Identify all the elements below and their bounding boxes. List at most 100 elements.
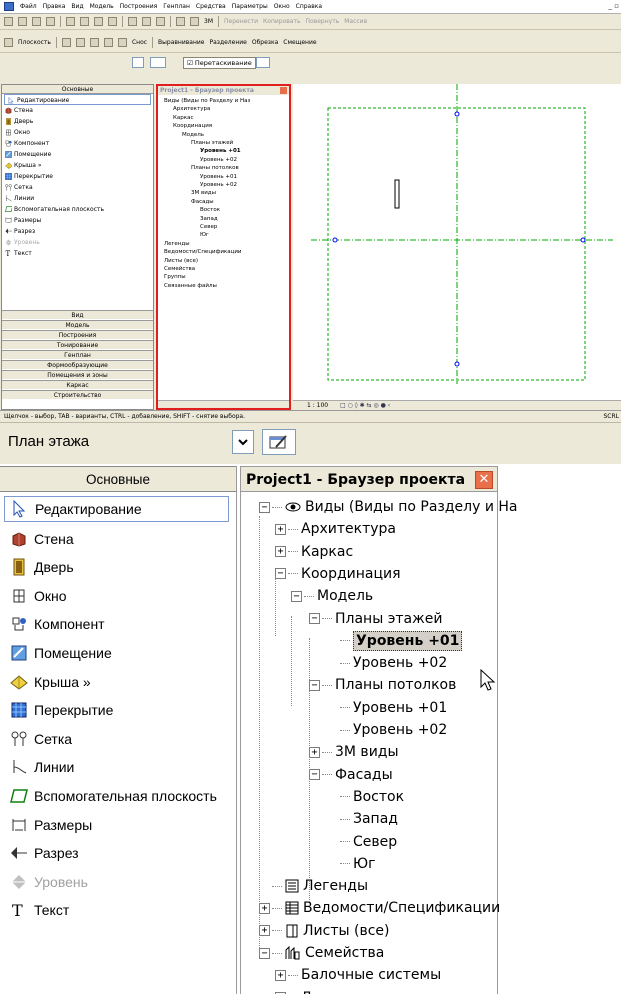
menu-item[interactable]: Средства	[196, 3, 226, 10]
trim-button[interactable]: Обрезка	[252, 39, 278, 46]
design-tab[interactable]: Модель	[2, 320, 153, 329]
design-item-small[interactable]: Линии	[2, 193, 153, 204]
plane-button[interactable]: Плоскость	[18, 39, 51, 46]
design-item-small[interactable]: Окно	[2, 127, 153, 138]
tree-node-small[interactable]: Координация	[173, 122, 212, 130]
open-icon[interactable]	[18, 17, 27, 26]
design-item[interactable]: Помещение	[10, 639, 112, 667]
elevation-marker[interactable]	[580, 237, 586, 243]
tool-icon[interactable]	[117, 38, 127, 47]
design-item-small[interactable]: Разрез	[2, 226, 153, 237]
design-tab[interactable]: Каркас	[2, 380, 153, 389]
collapse-icon[interactable]: −	[259, 501, 270, 513]
tree-node-small[interactable]: Группы	[164, 273, 186, 281]
design-item-small[interactable]: Крыша »	[2, 160, 153, 171]
tree-node[interactable]: Запад	[327, 808, 398, 830]
tree-node-small[interactable]: Архитектура	[173, 105, 210, 113]
tree-node[interactable]: +Двери	[275, 987, 347, 994]
split-button[interactable]: Разделение	[209, 39, 246, 46]
scale-label[interactable]: 1 : 100	[307, 402, 328, 409]
tree-node-small[interactable]: Юг	[200, 231, 209, 239]
design-item-small[interactable]: Помещение	[2, 149, 153, 160]
design-item[interactable]: Разрез	[10, 839, 79, 867]
tree-node-small[interactable]: Фасады	[191, 198, 214, 206]
close-icon[interactable]: ✕	[475, 471, 493, 489]
tool-icon[interactable]	[61, 38, 71, 47]
view-properties-button[interactable]	[150, 57, 166, 68]
model-icon[interactable]	[190, 17, 199, 26]
menu-item[interactable]: Построения	[120, 3, 158, 10]
design-item-small[interactable]: Сетка	[2, 182, 153, 193]
delete-icon[interactable]	[108, 17, 117, 26]
menu-item[interactable]: Окно	[274, 3, 290, 10]
save-icon[interactable]	[32, 17, 41, 26]
tree-node[interactable]: Уровень +02	[327, 652, 447, 674]
menu-item[interactable]: Справка	[296, 3, 322, 10]
tree-node[interactable]: − Координация	[275, 563, 401, 585]
design-tab[interactable]: Построения	[2, 330, 153, 339]
plane-icon[interactable]	[4, 38, 13, 47]
menu-item[interactable]: Модель	[90, 3, 114, 10]
design-item[interactable]: Линии	[10, 753, 74, 781]
design-item[interactable]: Компонент	[10, 610, 105, 638]
tree-node-small[interactable]: Семейства	[164, 265, 195, 273]
design-item-small[interactable]: T Текст	[2, 248, 153, 259]
tree-node[interactable]: − Планы потолков	[309, 674, 456, 696]
elevation-marker[interactable]	[332, 237, 338, 243]
help-icon[interactable]	[156, 17, 165, 26]
wall-element[interactable]	[394, 179, 400, 209]
elevation-marker[interactable]	[454, 111, 460, 117]
array-button[interactable]: Массив	[344, 18, 367, 25]
design-tab[interactable]: Тонирование	[2, 340, 153, 349]
menu-item[interactable]: Файл	[20, 3, 37, 10]
view-dropdown[interactable]	[132, 57, 144, 68]
tree-node-small[interactable]: 3M виды	[191, 189, 216, 197]
expand-icon[interactable]: +	[259, 902, 270, 914]
menu-item[interactable]: Генплан	[163, 3, 190, 10]
tree-node-small[interactable]: Ведомости/Спецификации	[164, 248, 242, 256]
design-tab[interactable]: Помещения и зоны	[2, 370, 153, 379]
menu-item[interactable]: Параметры	[232, 3, 268, 10]
cut-icon[interactable]	[66, 17, 75, 26]
design-item[interactable]: Вспомогательная плоскость	[10, 782, 217, 810]
tree-node[interactable]: − Фасады	[309, 764, 393, 786]
design-tab[interactable]: Вид	[2, 310, 153, 319]
tree-node[interactable]: − Модель	[291, 585, 373, 607]
demolish-button[interactable]: Снос	[132, 39, 147, 46]
tree-node[interactable]: + Архитектура	[275, 518, 396, 540]
design-item[interactable]: Сетка	[10, 725, 72, 753]
expand-icon[interactable]: +	[259, 925, 270, 937]
tool-icon[interactable]	[103, 38, 113, 47]
window-controls[interactable]: _ ▫	[609, 2, 619, 10]
drag-options-button[interactable]	[256, 57, 270, 68]
collapse-icon[interactable]: −	[309, 613, 320, 624]
horizontal-scrollbar[interactable]	[158, 400, 289, 408]
tree-node[interactable]: Уровень +01	[327, 630, 463, 652]
drag-checkbox[interactable]: ☑ Перетаскивание	[183, 57, 256, 69]
menu-item[interactable]: Правка	[43, 3, 66, 10]
tree-node[interactable]: + Балочные системы	[275, 964, 441, 986]
tool-icon[interactable]	[75, 38, 85, 47]
tree-node-small[interactable]: Связанные файлы	[164, 282, 217, 290]
close-icon[interactable]	[280, 87, 287, 94]
tree-node-small[interactable]: Уровень +02	[200, 156, 237, 164]
tree-node[interactable]: Уровень +02	[327, 719, 447, 741]
design-item-small[interactable]: Стена	[2, 105, 153, 116]
tree-node-small[interactable]: Виды (Виды по Разделу и Наз	[164, 97, 250, 105]
print-icon[interactable]	[46, 17, 55, 26]
collapse-icon[interactable]: −	[291, 590, 302, 602]
tree-node[interactable]: + Ведомости/Спецификации	[259, 897, 500, 919]
paste-icon[interactable]	[94, 17, 103, 26]
design-item[interactable]: T Текст	[10, 896, 69, 924]
copy-button[interactable]: Копировать	[263, 18, 300, 25]
design-item[interactable]: Перекрытие	[10, 696, 113, 724]
copy-icon[interactable]	[80, 17, 89, 26]
tree-node-small[interactable]: Легенды	[164, 240, 190, 248]
design-tab[interactable]: Формообразующие	[2, 360, 153, 369]
collapse-icon[interactable]: −	[309, 679, 320, 691]
tree-node[interactable]: + Листы (все)	[259, 920, 389, 942]
view-control-icons[interactable]: □ ○ ◊ ✱ ⇆ ◎ ● ‹	[340, 402, 390, 409]
tree-node[interactable]: + Каркас	[275, 541, 353, 563]
tree-node-small[interactable]: Уровень +02	[200, 181, 237, 189]
design-bar-header[interactable]: Основные	[0, 466, 236, 492]
